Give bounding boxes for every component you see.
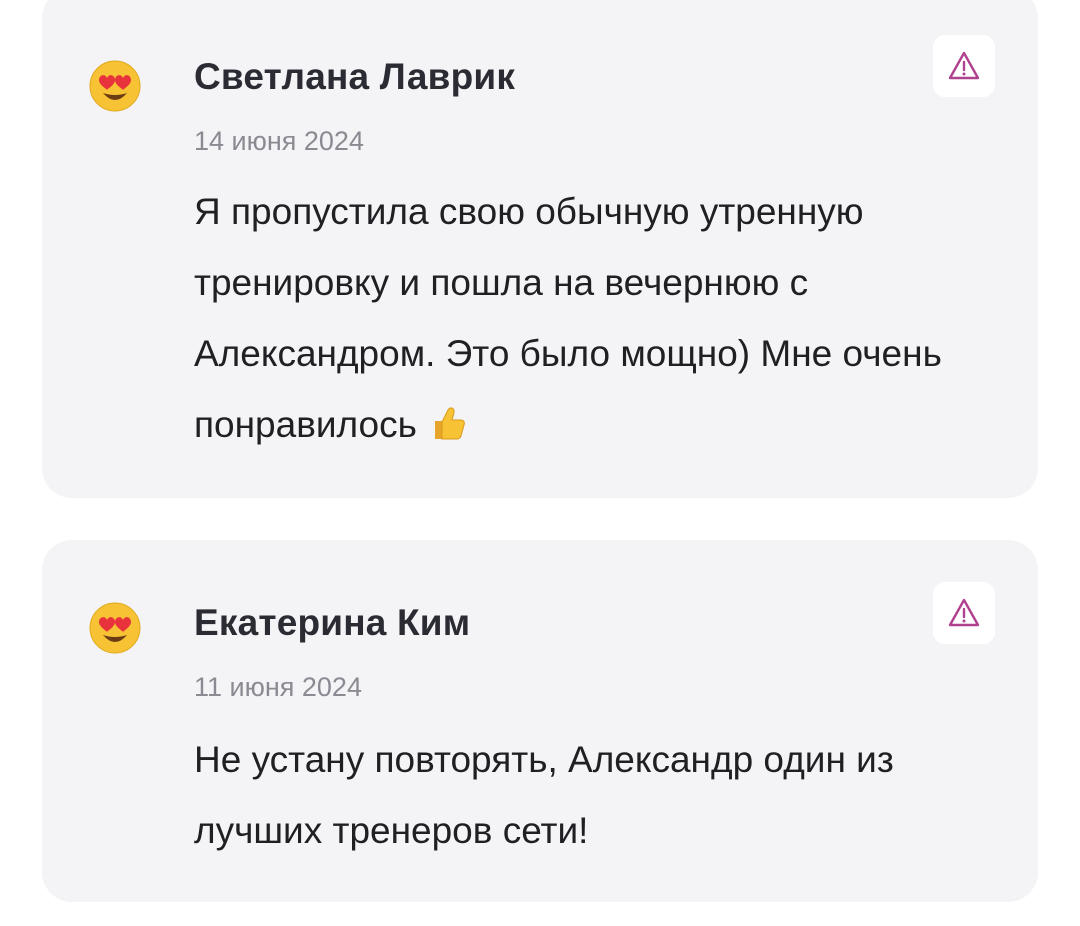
review-date: 14 июня 2024 — [194, 126, 364, 156]
report-button[interactable] — [933, 35, 995, 97]
warning-triangle-icon — [948, 598, 980, 627]
review-text: Не устану повторять, Александр один из л… — [194, 724, 914, 866]
review-text-content: Я пропустила свою обычную утренную трени… — [194, 191, 942, 445]
review-card: Светлана Лаврик 14 июня 2024 Я пропустил… — [42, 0, 1038, 498]
review-text: Я пропустила свою обычную утренную трени… — [194, 176, 994, 460]
thumbs-up-emoji-icon — [427, 403, 467, 443]
report-button[interactable] — [933, 582, 995, 644]
review-author: Светлана Лаврик — [194, 56, 516, 97]
review-author: Екатерина Ким — [194, 602, 471, 643]
review-card: Екатерина Ким 11 июня 2024 Не устану пов… — [42, 540, 1038, 902]
warning-triangle-icon — [948, 51, 980, 80]
reviews-page: Светлана Лаврик 14 июня 2024 Я пропустил… — [0, 0, 1080, 926]
review-date: 11 июня 2024 — [194, 672, 362, 702]
heart-eyes-emoji-icon — [89, 60, 141, 112]
review-text-content: Не устану повторять, Александр один из л… — [194, 739, 894, 851]
heart-eyes-emoji-icon — [89, 602, 141, 654]
